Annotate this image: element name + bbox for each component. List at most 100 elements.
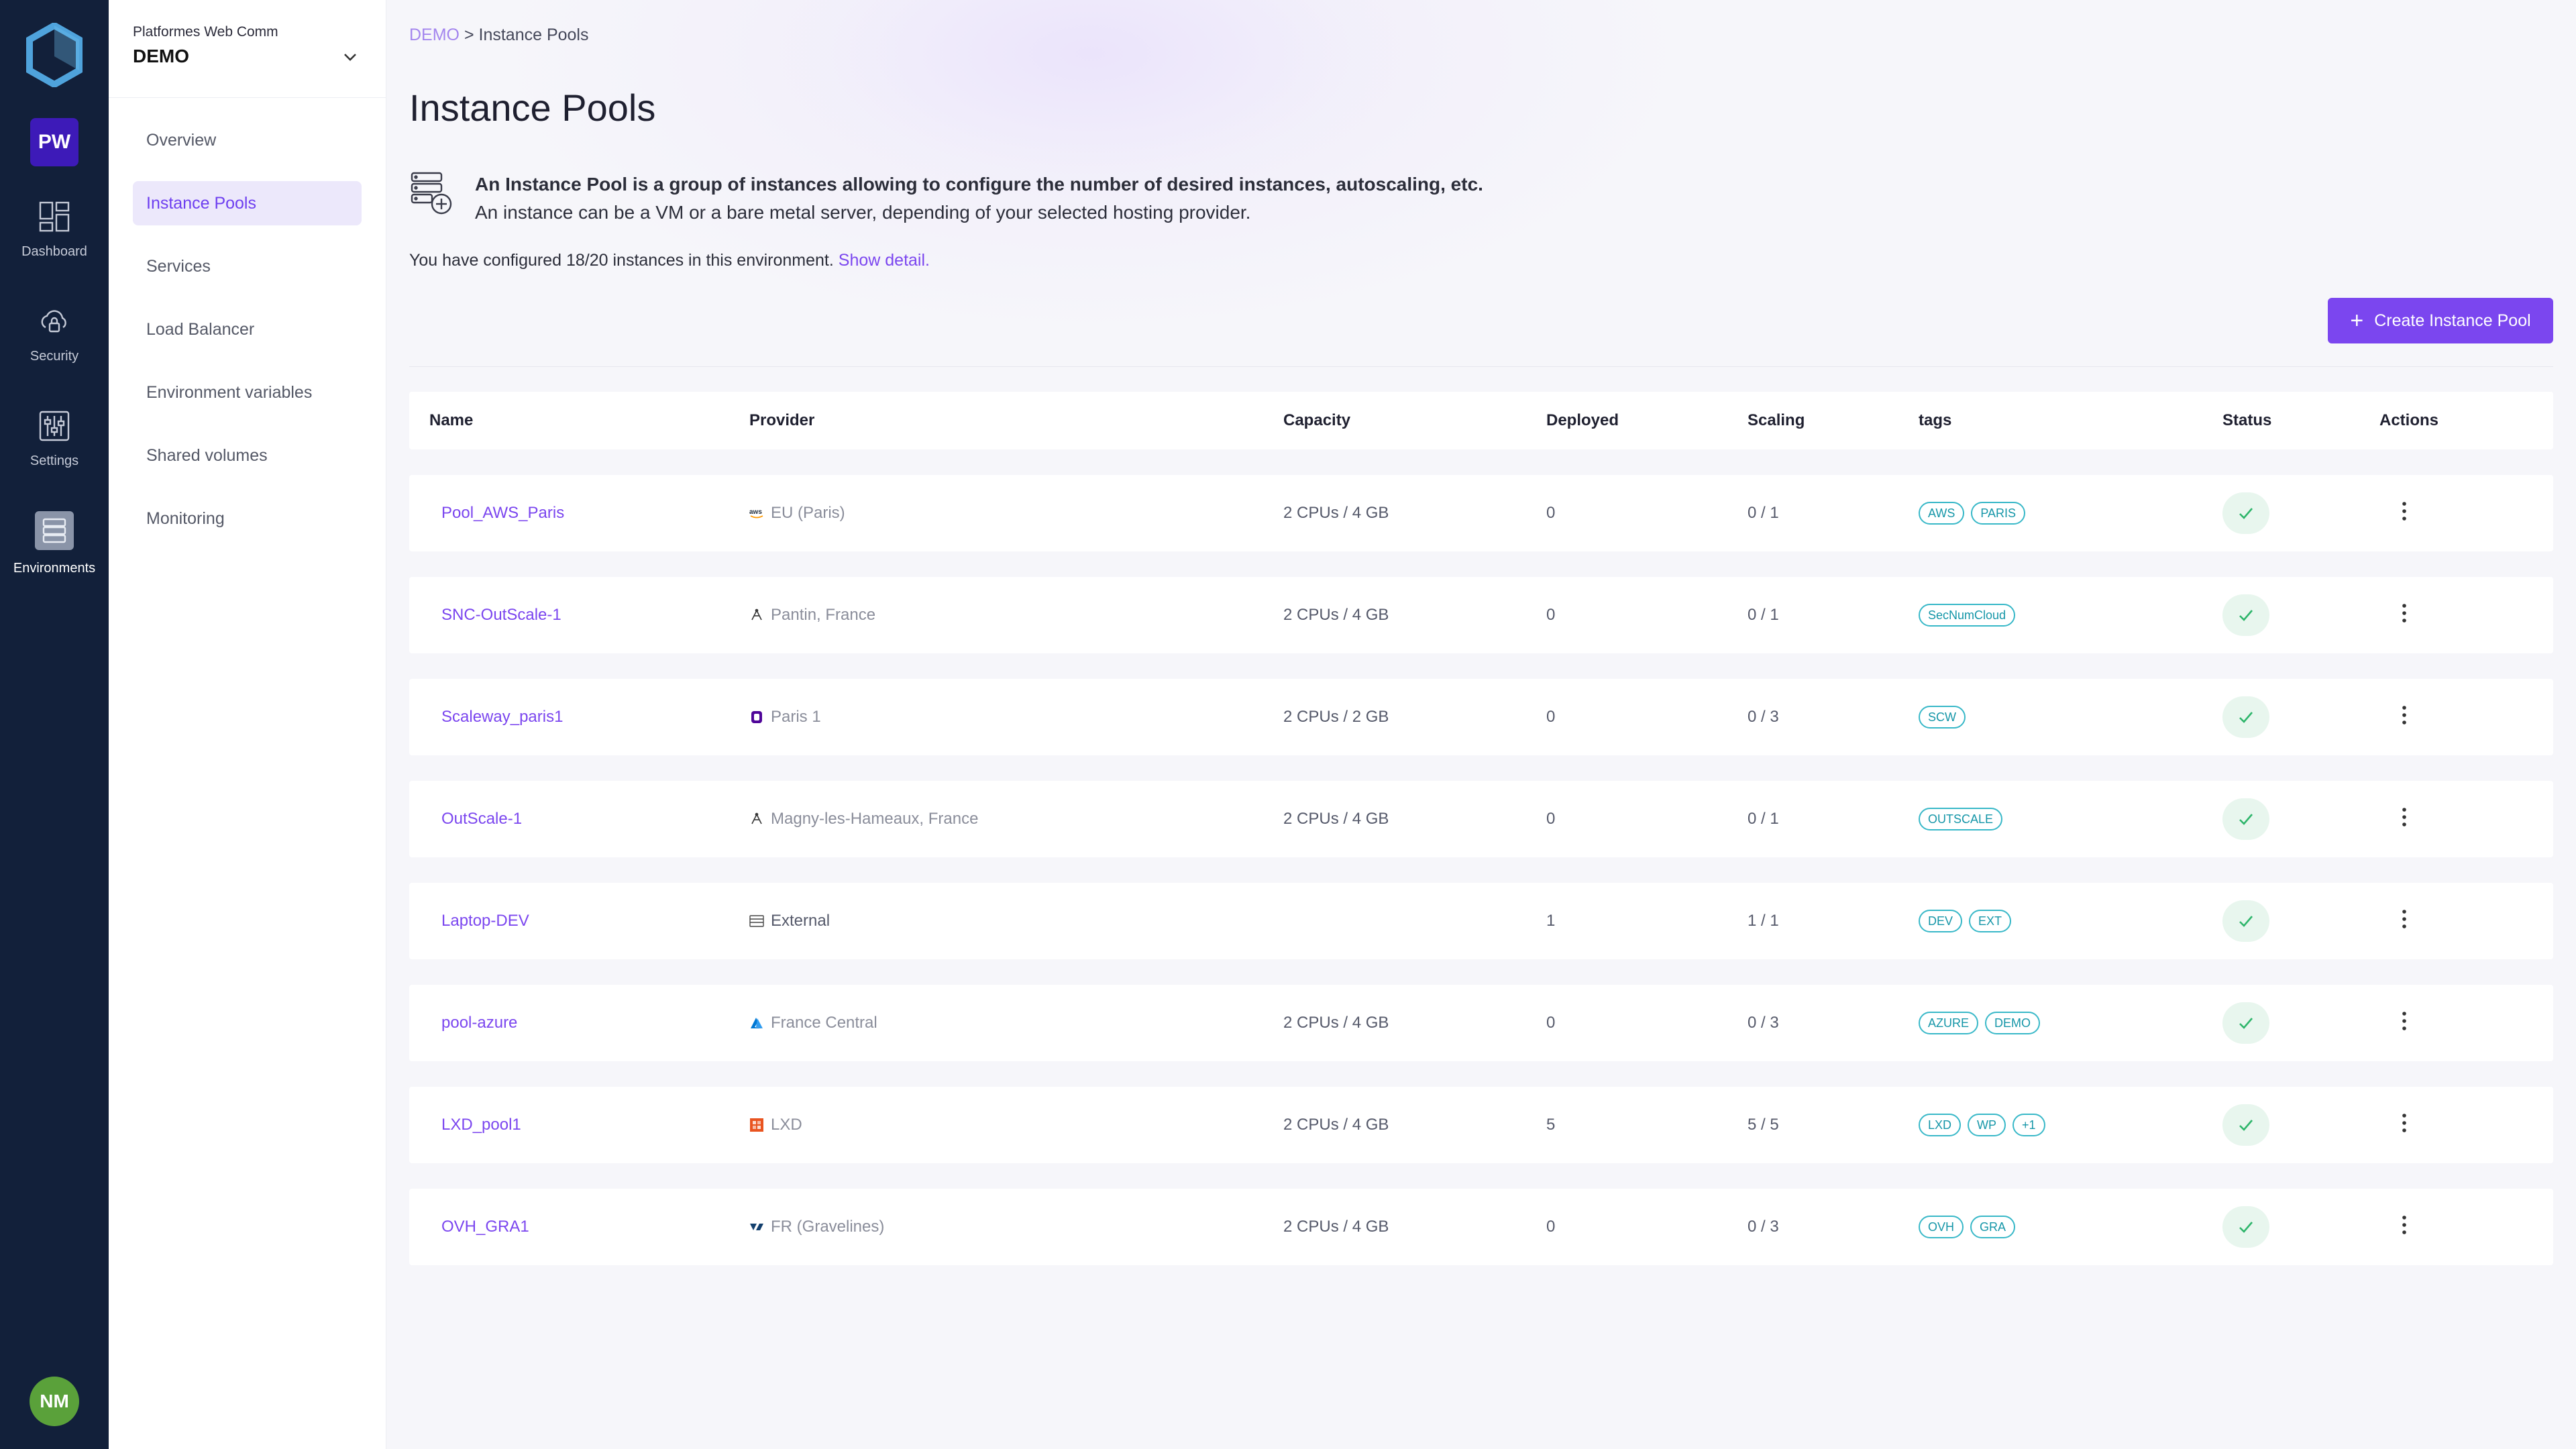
rail-item-settings[interactable]: Settings — [0, 396, 109, 482]
subnav-list: Overview Instance Pools Services Load Ba… — [109, 98, 386, 541]
pool-name-link[interactable]: Laptop-DEV — [409, 912, 749, 930]
tag-badge: WP — [1968, 1114, 2006, 1136]
table-row[interactable]: LXD_pool1 LXD 2 CPUs / 4 GB 5 5 / 5 LXD W… — [409, 1087, 2553, 1163]
pool-name-link[interactable]: pool-azure — [409, 1014, 749, 1032]
kebab-menu-icon[interactable] — [2394, 806, 2414, 828]
environment-selector[interactable]: Platformes Web Comm DEMO — [109, 0, 386, 98]
header-deployed[interactable]: Deployed — [1546, 411, 1748, 430]
tag-badge: DEMO — [1985, 1012, 2041, 1034]
kebab-menu-icon[interactable] — [2394, 1214, 2414, 1236]
scaling-cell: 1 / 1 — [1748, 912, 1779, 930]
scaling-cell: 0 / 1 — [1748, 504, 1779, 522]
org-badge[interactable]: PW — [30, 118, 78, 166]
kebab-menu-icon[interactable] — [2394, 908, 2414, 930]
tag-badge: +1 — [2012, 1114, 2045, 1136]
pool-name-link[interactable]: SNC-OutScale-1 — [409, 606, 749, 625]
check-icon — [2239, 916, 2253, 927]
provider-region: External — [771, 912, 830, 930]
subnav-item-overview[interactable]: Overview — [133, 118, 362, 162]
page-title: Instance Pools — [409, 87, 656, 129]
check-icon — [2239, 1120, 2253, 1131]
table-header: Name Provider Capacity Deployed Scaling … — [409, 392, 2553, 449]
subnav-item-shared-volumes[interactable]: Shared volumes — [133, 433, 362, 478]
tags-cell: DEV EXT — [1919, 910, 2222, 932]
environment-subnav: Platformes Web Comm DEMO Overview Instan… — [109, 0, 386, 1449]
header-status[interactable]: Status — [2222, 411, 2379, 430]
subnav-item-services[interactable]: Services — [133, 244, 362, 288]
deployed-cell: 0 — [1546, 606, 1556, 624]
subnav-item-instance-pools[interactable]: Instance Pools — [133, 181, 362, 225]
app-logo-icon[interactable] — [25, 23, 83, 87]
scaling-cell: 0 / 3 — [1748, 1218, 1779, 1236]
table-row[interactable]: Pool_AWS_Paris aws EU (Paris) 2 CPUs / 4… — [409, 475, 2553, 551]
server-stack-icon — [42, 518, 66, 543]
capacity-cell: 2 CPUs / 4 GB — [1283, 1014, 1389, 1032]
kebab-menu-icon[interactable] — [2394, 1010, 2414, 1032]
status-ok-badge — [2222, 900, 2269, 942]
kebab-menu-icon[interactable] — [2394, 1112, 2414, 1134]
subnav-item-load-balancer[interactable]: Load Balancer — [133, 307, 362, 352]
pool-name-link[interactable]: OVH_GRA1 — [409, 1218, 749, 1236]
tag-badge: OVH — [1919, 1216, 1964, 1238]
pool-name-link[interactable]: LXD_pool1 — [409, 1116, 749, 1134]
table-row[interactable]: Laptop-DEV External 1 1 / 1 DEV EXT — [409, 883, 2553, 959]
actions-cell — [2379, 1010, 2553, 1037]
rail-item-dashboard[interactable]: Dashboard — [0, 186, 109, 272]
table-row[interactable]: SNC-OutScale-1 Pantin, France 2 CPUs / 4… — [409, 577, 2553, 653]
show-detail-link[interactable]: Show detail. — [839, 251, 930, 270]
user-avatar[interactable]: NM — [30, 1377, 79, 1426]
sliders-icon — [39, 411, 70, 441]
status-ok-badge — [2222, 1002, 2269, 1044]
status-ok-badge — [2222, 798, 2269, 840]
table-row[interactable]: OutScale-1 Magny-les-Hameaux, France 2 C… — [409, 781, 2553, 857]
deployed-cell: 0 — [1546, 810, 1556, 828]
actions-cell — [2379, 1112, 2553, 1139]
provider-region: Pantin, France — [771, 606, 876, 624]
provider-cell: Pantin, France — [749, 606, 1283, 625]
status-cell — [2222, 900, 2379, 942]
divider — [409, 366, 2553, 367]
table-row[interactable]: Scaleway_paris1 Paris 1 2 CPUs / 2 GB 0 … — [409, 679, 2553, 755]
subnav-item-environment-variables[interactable]: Environment variables — [133, 370, 362, 415]
deployed-cell: 1 — [1546, 912, 1556, 930]
tag-badge: SCW — [1919, 706, 1966, 729]
kebab-menu-icon[interactable] — [2394, 602, 2414, 625]
rail-item-label: Settings — [30, 453, 79, 468]
table-row[interactable]: OVH_GRA1 FR (Gravelines) 2 CPUs / 4 GB 0… — [409, 1189, 2553, 1265]
info-text: An Instance Pool is a group of instances… — [475, 170, 1483, 227]
header-scaling[interactable]: Scaling — [1748, 411, 1919, 430]
pool-name-link[interactable]: Scaleway_paris1 — [409, 708, 749, 727]
header-provider[interactable]: Provider — [749, 411, 1283, 430]
provider-cell: aws EU (Paris) — [749, 504, 1283, 523]
scaling-cell: 5 / 5 — [1748, 1116, 1779, 1134]
scaleway-icon — [749, 710, 764, 724]
actions-cell — [2379, 1214, 2553, 1241]
tags-cell: SecNumCloud — [1919, 604, 2222, 627]
deployed-cell: 0 — [1546, 708, 1556, 726]
header-actions: Actions — [2379, 411, 2439, 429]
rail-item-environments[interactable]: Environments — [0, 500, 109, 586]
kebab-menu-icon[interactable] — [2394, 500, 2414, 523]
tag-badge: EXT — [1969, 910, 2012, 932]
app-rail: PW Dashboard Security Settings Environme… — [0, 0, 109, 1449]
pool-name-link[interactable]: Pool_AWS_Paris — [409, 504, 749, 523]
check-icon — [2239, 1222, 2253, 1233]
header-capacity[interactable]: Capacity — [1283, 411, 1546, 430]
subnav-item-monitoring[interactable]: Monitoring — [133, 496, 362, 541]
pool-name-link[interactable]: OutScale-1 — [409, 810, 749, 828]
tags-cell: AWS PARIS — [1919, 502, 2222, 525]
outscale-icon — [749, 812, 764, 826]
breadcrumb-link[interactable]: DEMO — [409, 25, 460, 44]
deployed-cell: 0 — [1546, 1014, 1556, 1032]
tag-badge: OUTSCALE — [1919, 808, 2003, 830]
header-name[interactable]: Name — [409, 411, 749, 430]
provider-cell: Magny-les-Hameaux, France — [749, 810, 1283, 828]
kebab-menu-icon[interactable] — [2394, 704, 2414, 727]
info-line-1: An Instance Pool is a group of instances… — [475, 174, 1483, 195]
create-instance-pool-button[interactable]: + Create Instance Pool — [2328, 298, 2553, 343]
rail-item-security[interactable]: Security — [0, 291, 109, 377]
capacity-cell: 2 CPUs / 4 GB — [1283, 1116, 1389, 1134]
breadcrumb-separator: > — [460, 25, 479, 44]
check-icon — [2239, 508, 2253, 519]
table-row[interactable]: pool-azure France Central 2 CPUs / 4 GB … — [409, 985, 2553, 1061]
